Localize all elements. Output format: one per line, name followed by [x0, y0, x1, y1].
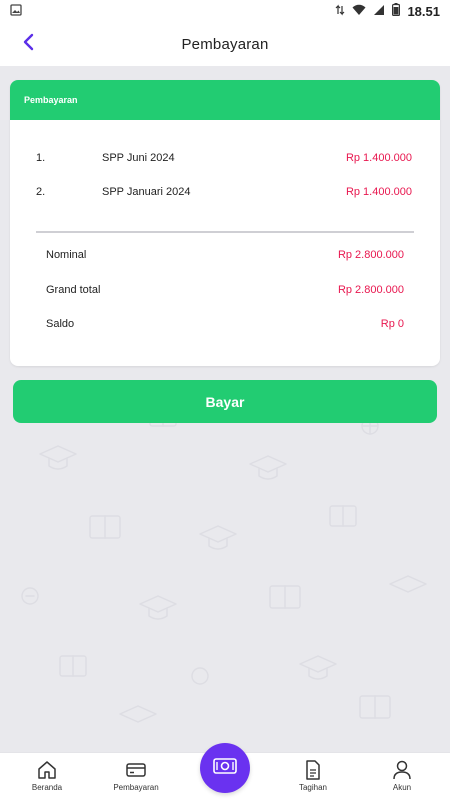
summary-label: Nominal: [46, 249, 87, 261]
item-number: 2.: [36, 186, 46, 198]
image-icon: [10, 3, 22, 19]
signal-icon: [373, 4, 385, 19]
summary-label: Saldo: [46, 318, 75, 330]
wifi-icon: [352, 4, 366, 19]
payment-card: Pembayaran 1. SPP Juni 2024 Rp 1.400.000…: [10, 80, 440, 366]
summary-value: Rp 2.800.000: [337, 284, 404, 296]
summary-row-saldo: Saldo Rp 0: [46, 314, 404, 334]
pay-button[interactable]: Bayar: [13, 380, 437, 423]
fab-payment-button[interactable]: [200, 743, 250, 793]
card-icon: [126, 759, 146, 781]
status-time: 18.51: [407, 3, 440, 19]
summary-row-nominal: Nominal Rp 2.800.000: [46, 245, 404, 265]
item-name: SPP Juni 2024: [102, 152, 175, 164]
back-button[interactable]: [16, 32, 40, 56]
summary-value: Rp 2.800.000: [337, 249, 404, 261]
nav-item-tagihan[interactable]: Tagihan: [278, 759, 348, 799]
data-arrows-icon: [335, 4, 345, 19]
item-name: SPP Januari 2024: [102, 186, 191, 198]
nav-label: Tagihan: [298, 783, 328, 792]
document-icon: [305, 759, 321, 781]
summary-row-grand-total: Grand total Rp 2.800.000: [46, 280, 404, 300]
card-header: Pembayaran: [10, 80, 440, 120]
nav-item-akun[interactable]: Akun: [367, 759, 437, 799]
nav-label: Akun: [392, 783, 412, 792]
item-amount: Rp 1.400.000: [345, 186, 412, 198]
divider: [36, 231, 414, 233]
summary-value: Rp 0: [380, 318, 404, 330]
user-icon: [392, 759, 412, 781]
list-item: 1. SPP Juni 2024 Rp 1.400.000: [36, 148, 412, 168]
battery-icon: [392, 3, 401, 19]
list-item: 2. SPP Januari 2024 Rp 1.400.000: [36, 182, 412, 202]
item-amount: Rp 1.400.000: [345, 152, 412, 164]
status-left: [10, 3, 22, 19]
chevron-left-icon: [22, 33, 34, 56]
app-bar: Pembayaran: [0, 22, 450, 66]
nav-item-beranda[interactable]: Beranda: [12, 759, 82, 799]
money-icon: [213, 757, 237, 780]
item-number: 1.: [36, 152, 46, 164]
status-right: 18.51: [335, 3, 440, 19]
page-title: Pembayaran: [181, 35, 269, 53]
summary-label: Grand total: [46, 284, 101, 296]
nav-label: Beranda: [31, 783, 63, 792]
nav-label: Pembayaran: [113, 783, 159, 792]
home-icon: [37, 759, 57, 781]
status-bar: 18.51: [0, 0, 450, 22]
nav-item-pembayaran[interactable]: Pembayaran: [101, 759, 171, 799]
